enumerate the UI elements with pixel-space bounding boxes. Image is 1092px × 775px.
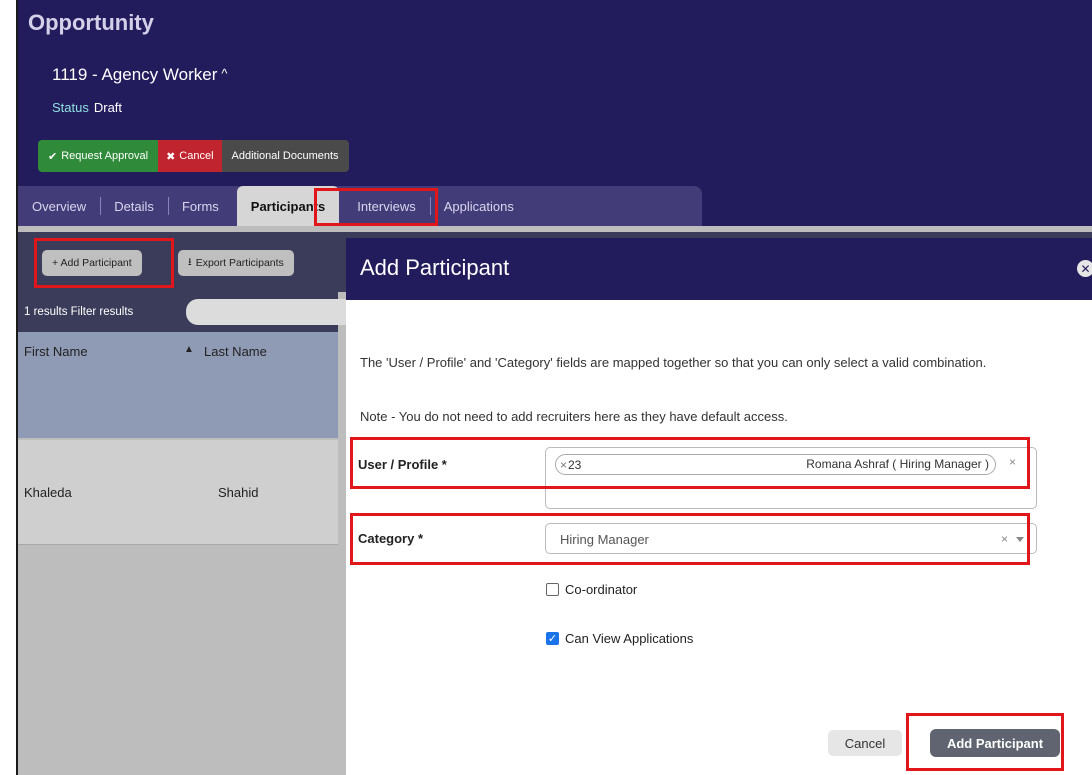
tab-forms[interactable]: Forms [167,186,233,226]
opportunity-header: Opportunity 1119 - Agency Worker ^ Status… [18,0,1092,226]
status-label: Status [52,100,89,115]
column-last-name[interactable]: Last Name [204,344,267,359]
add-participant-button[interactable]: + Add Participant [42,250,142,276]
opportunity-name[interactable]: 1119 - Agency Worker ^ [52,65,227,85]
request-approval-button[interactable]: ✔ Request Approval [38,140,159,172]
chevron-down-icon[interactable] [1016,537,1024,542]
sort-icon[interactable]: ▲ [184,344,194,355]
user-tag-name: Romana Ashraf ( Hiring Manager ) [806,457,989,471]
export-participants-label: Export Participants [195,257,284,269]
can-view-applications-label: Can View Applications [565,631,694,646]
cancel-opportunity-button[interactable]: ✖ Cancel [158,140,222,172]
cell-last-name: Shahid [218,485,259,500]
page-title: Opportunity [28,10,154,35]
add-participant-modal: Add Participant ✕ The 'User / Profile' a… [346,238,1092,775]
coordinator-checkbox[interactable] [546,583,559,596]
tab-participants[interactable]: Participants [236,186,340,226]
export-participants-button[interactable]: ⭳ Export Participants [178,250,294,276]
close-icon[interactable]: ✕ [1077,260,1092,277]
results-count: 1 results Filter results [24,306,134,318]
can-view-applications-checkbox[interactable]: ✓ [546,632,559,645]
category-select[interactable]: Hiring Manager × [545,523,1037,554]
download-icon: ⭳ [188,256,192,268]
coordinator-label: Co-ordinator [565,582,638,597]
column-first-name[interactable]: First Name [24,344,88,359]
opportunity-name-text: 1119 - Agency Worker [52,65,218,84]
cancel-button[interactable]: Cancel [828,730,902,756]
user-profile-label: User / Profile * [358,457,447,472]
modal-intro: The 'User / Profile' and 'Category' fiel… [360,355,987,370]
add-participant-submit-button[interactable]: Add Participant [930,729,1060,757]
remove-tag-icon[interactable]: × [560,458,567,472]
action-bar: ✔ Request Approval ✖ Cancel Additional D… [38,140,349,172]
modal-header: Add Participant ✕ [346,238,1092,300]
category-label: Category * [358,531,424,546]
category-value: Hiring Manager [560,532,649,547]
filter-input[interactable] [186,299,346,325]
can-view-applications-option[interactable]: ✓ Can View Applications [546,631,693,646]
request-approval-label: Request Approval [61,150,149,162]
filter-row: 1 results Filter results [18,292,346,332]
x-icon: ✖ [166,150,176,163]
clear-user-icon[interactable]: × [1009,455,1016,469]
tab-interviews[interactable]: Interviews [343,186,430,226]
cell-first-name: Khaleda [24,485,72,500]
check-icon: ✔ [48,150,58,163]
additional-documents-button[interactable]: Additional Documents [221,140,349,172]
app-frame: Opportunity 1119 - Agency Worker ^ Status… [16,0,1092,775]
status-value: Draft [93,100,123,115]
modal-title: Add Participant [360,255,510,280]
chevron-up-icon[interactable]: ^ [221,66,227,81]
clear-category-icon[interactable]: × [1001,532,1008,546]
table-header: First Name ▲ Last Name [18,332,338,438]
user-profile-input[interactable]: × 23 Romana Ashraf ( Hiring Manager ) × [545,447,1037,509]
user-tag-id: 23 [568,458,582,472]
tab-bar: Overview Details Forms Participants Inte… [18,186,702,226]
coordinator-option[interactable]: Co-ordinator [546,582,637,597]
modal-note: Note - You do not need to add recruiters… [360,409,788,424]
user-profile-tag: × 23 Romana Ashraf ( Hiring Manager ) [555,454,996,475]
cancel-label: Cancel [179,150,214,162]
tab-details[interactable]: Details [100,186,168,226]
tab-overview[interactable]: Overview [18,186,100,226]
status-row: Status Draft [52,100,122,115]
table-row[interactable]: Khaleda Shahid [18,440,338,545]
tab-applications[interactable]: Applications [429,186,528,226]
